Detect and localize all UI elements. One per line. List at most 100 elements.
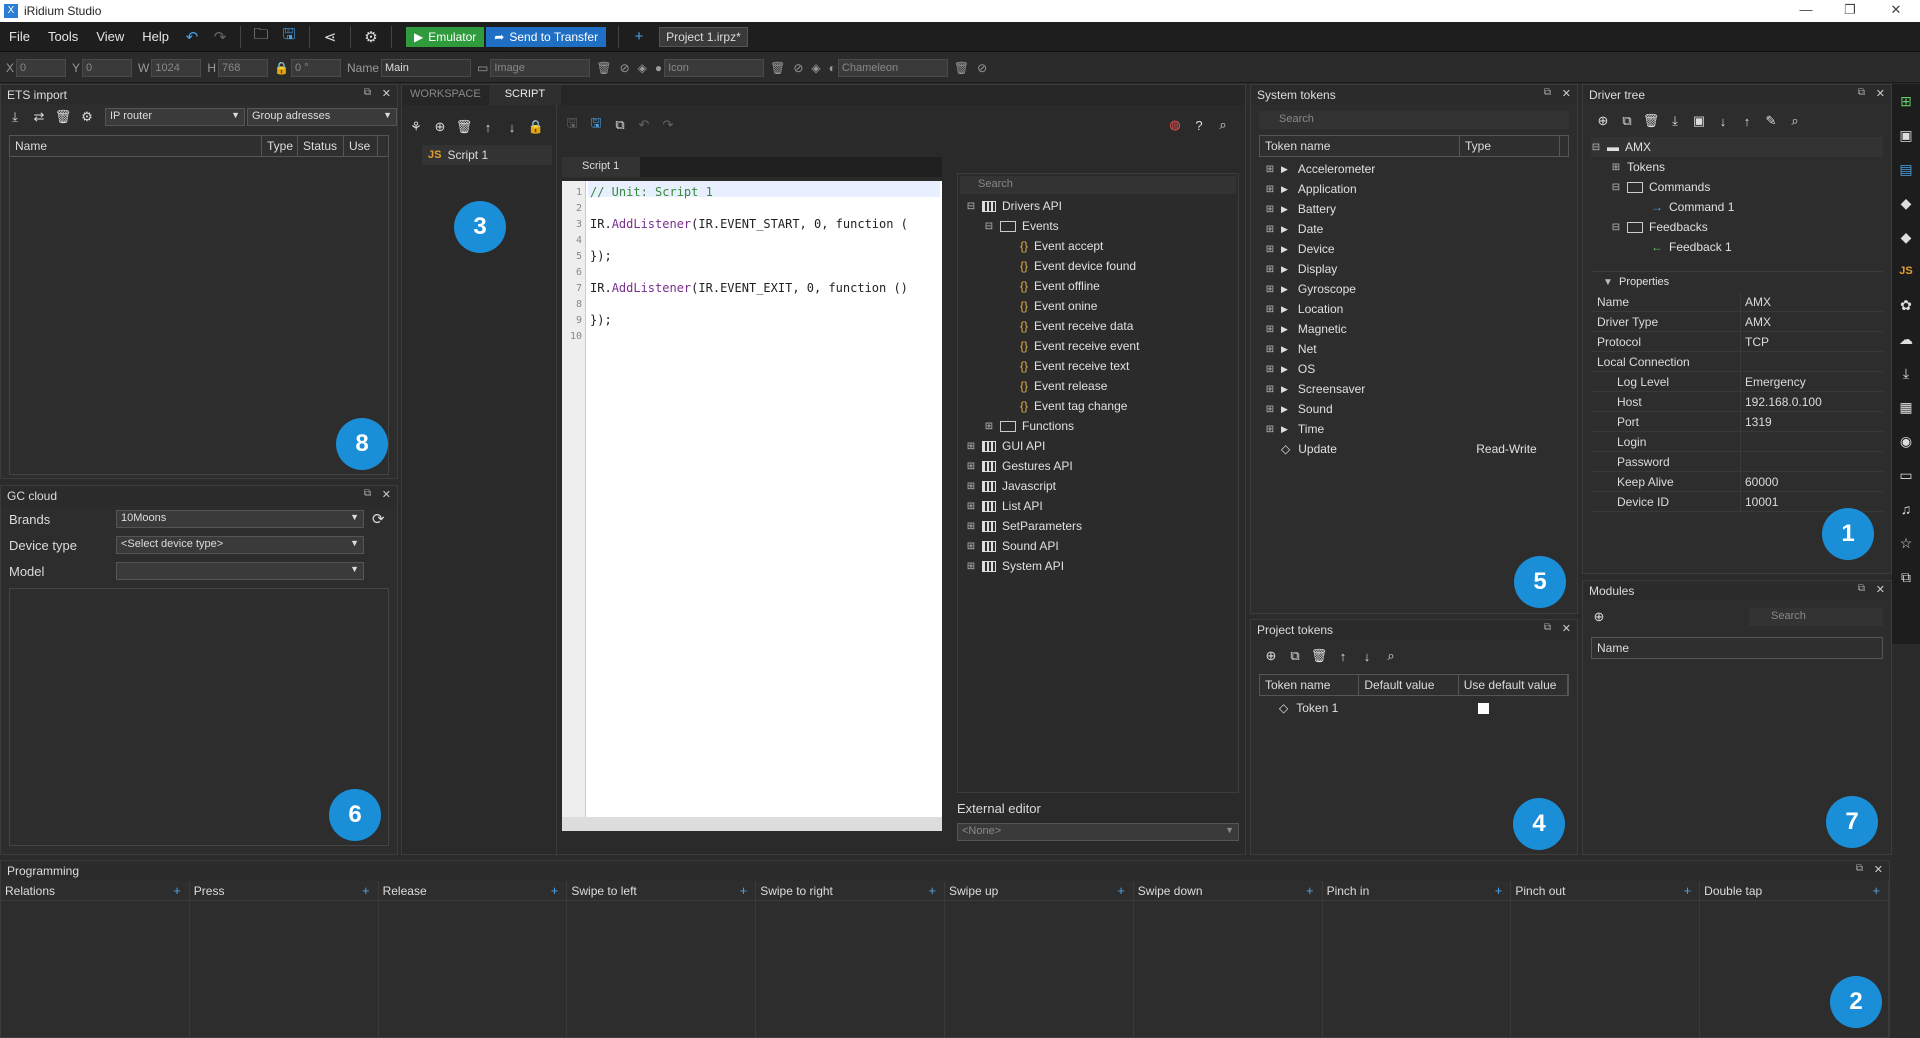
- export-icon[interactable]: ⧉: [610, 115, 630, 135]
- arrow-down-icon[interactable]: ↓: [502, 117, 522, 137]
- property-row[interactable]: Protocol TCP: [1591, 331, 1883, 352]
- gallery-icon[interactable]: ▦: [1892, 390, 1920, 424]
- system-token-item[interactable]: ⊞ ▶ Time: [1265, 419, 1577, 439]
- external-editor-select[interactable]: <None> ▼: [957, 823, 1239, 841]
- search-icon[interactable]: ⌕: [1785, 111, 1805, 131]
- import-icon[interactable]: ⤓: [1665, 111, 1685, 131]
- delete-chameleon-icon[interactable]: 🗑: [954, 61, 969, 75]
- system-token-item[interactable]: ⊞ ▶ Gyroscope: [1265, 279, 1577, 299]
- delete-icon[interactable]: 🗑: [1309, 646, 1329, 666]
- group-select[interactable]: Group adresses ▼: [247, 108, 397, 126]
- col-name[interactable]: Name: [1592, 638, 1882, 658]
- download-icon[interactable]: ⤓: [1892, 356, 1920, 390]
- api-event-item[interactable]: {} Event receive data: [966, 316, 1238, 336]
- device-type-select[interactable]: <Select device type> ▼: [116, 536, 364, 554]
- add-icon[interactable]: +: [1117, 883, 1125, 898]
- width-field[interactable]: 1024: [151, 58, 202, 77]
- height-field[interactable]: 768: [218, 58, 269, 77]
- search-icon[interactable]: ⌕: [1213, 115, 1233, 135]
- api-events-node[interactable]: ⊟ Events: [966, 216, 1238, 236]
- col-status[interactable]: Status: [298, 136, 344, 156]
- y-field[interactable]: 0: [82, 58, 133, 77]
- close-icon[interactable]: ✕: [1876, 87, 1885, 100]
- cloud-icon[interactable]: ☁: [1892, 322, 1920, 356]
- tag2-icon[interactable]: ◆: [1892, 220, 1920, 254]
- float-icon[interactable]: ⧉: [1856, 863, 1863, 874]
- clear-icon-icon[interactable]: ⊘: [793, 61, 803, 75]
- add-icon[interactable]: ⊕: [1261, 646, 1281, 666]
- save-all-icon[interactable]: 🖫: [586, 115, 606, 135]
- minimize-icon[interactable]: —: [1786, 0, 1826, 22]
- delete-icon[interactable]: 🗑: [53, 107, 73, 127]
- add-icon[interactable]: +: [928, 883, 936, 898]
- api-drivers-node[interactable]: ⊟ Drivers API: [966, 196, 1238, 216]
- sys-search-input[interactable]: Search: [1259, 111, 1569, 129]
- system-token-item[interactable]: ⊞ ▶ Net: [1265, 339, 1577, 359]
- script-item[interactable]: JS Script 1: [422, 145, 552, 165]
- add-icon[interactable]: +: [740, 883, 748, 898]
- system-token-item[interactable]: ⊞ ▶ Display: [1265, 259, 1577, 279]
- tree-icon[interactable]: ⊞: [1892, 84, 1920, 118]
- arrow-up-icon[interactable]: ↑: [478, 117, 498, 137]
- programming-column[interactable]: Press +: [189, 881, 379, 1037]
- col-token-name[interactable]: Token name: [1260, 675, 1360, 695]
- window-icon[interactable]: ⧉: [1892, 560, 1920, 594]
- close-icon[interactable]: ✕: [382, 87, 391, 100]
- maximize-icon[interactable]: ❐: [1830, 0, 1870, 22]
- col-type[interactable]: Type: [262, 136, 298, 156]
- property-row[interactable]: Keep Alive 60000: [1591, 471, 1883, 492]
- system-token-item[interactable]: ⊞ ▶ Screensaver: [1265, 379, 1577, 399]
- tree-command1[interactable]: → Command 1: [1591, 197, 1883, 217]
- send-to-transfer-button[interactable]: ➦ Send to Transfer: [486, 26, 607, 47]
- api-node[interactable]: ⊞ Sound API: [966, 536, 1238, 556]
- system-token-item[interactable]: ⊞ ▶ Location: [1265, 299, 1577, 319]
- float-icon[interactable]: ⧉: [364, 87, 371, 98]
- menu-help[interactable]: Help: [133, 29, 178, 44]
- import-icon[interactable]: ⤓: [5, 107, 25, 127]
- api-node[interactable]: ⊞ Javascript: [966, 476, 1238, 496]
- brands-select[interactable]: 10Moons ▼: [116, 510, 364, 528]
- device-icon[interactable]: ▣: [1689, 111, 1709, 131]
- refresh-icon[interactable]: ⟳: [372, 510, 385, 528]
- api-node[interactable]: ⊞ List API: [966, 496, 1238, 516]
- undo-icon[interactable]: ↶: [181, 26, 203, 48]
- add-icon[interactable]: +: [1495, 883, 1503, 898]
- property-row[interactable]: Password: [1591, 451, 1883, 472]
- delete-icon[interactable]: 🗑: [1641, 111, 1661, 131]
- tree-feedbacks[interactable]: ⊟ Feedbacks: [1591, 217, 1883, 237]
- programming-column[interactable]: Release +: [378, 881, 568, 1037]
- property-row[interactable]: Local Connection: [1591, 351, 1883, 372]
- close-icon[interactable]: ✕: [382, 488, 391, 501]
- editor-tab[interactable]: Script 1: [562, 157, 640, 177]
- camera-icon[interactable]: ◉: [1892, 424, 1920, 458]
- menu-tools[interactable]: Tools: [39, 29, 87, 44]
- image-icon[interactable]: ▭: [1892, 458, 1920, 492]
- system-token-item[interactable]: ⊞ ▶ Sound: [1265, 399, 1577, 419]
- music-icon[interactable]: ♫: [1892, 492, 1920, 526]
- property-row[interactable]: Port 1319: [1591, 411, 1883, 432]
- lock-icon[interactable]: 🔒: [526, 117, 546, 137]
- col-use-default[interactable]: Use default value: [1459, 675, 1568, 695]
- api-node[interactable]: ⊞ Gestures API: [966, 456, 1238, 476]
- close-window-icon[interactable]: ✕: [1876, 0, 1916, 22]
- programming-column[interactable]: Swipe up +: [944, 881, 1134, 1037]
- chip-icon[interactable]: ▣: [1892, 118, 1920, 152]
- add-icon[interactable]: +: [1306, 883, 1314, 898]
- arrow-up-icon[interactable]: ↑: [1737, 111, 1757, 131]
- programming-column[interactable]: Swipe to right +: [756, 881, 945, 1037]
- col-token-name[interactable]: Token name: [1260, 136, 1460, 156]
- api-search-input[interactable]: Search: [960, 176, 1236, 194]
- wand-icon[interactable]: ⚘: [406, 117, 426, 137]
- modules-search-input[interactable]: Search: [1749, 608, 1883, 626]
- programming-column[interactable]: Pinch out +: [1511, 881, 1701, 1037]
- system-token-item[interactable]: ⊞ ▶ Date: [1265, 219, 1577, 239]
- float-icon[interactable]: ⧉: [1544, 622, 1551, 633]
- js-icon[interactable]: JS: [1892, 254, 1920, 288]
- tab-script[interactable]: SCRIPT: [488, 85, 562, 105]
- col-name[interactable]: Name: [10, 136, 262, 156]
- property-row[interactable]: Login: [1591, 431, 1883, 452]
- system-token-item[interactable]: ⊞ ▶ Application: [1265, 179, 1577, 199]
- lock-icon[interactable]: 🔒: [274, 61, 289, 75]
- add-icon[interactable]: +: [1684, 883, 1692, 898]
- tree-root-amx[interactable]: ⊟ ▬ AMX: [1591, 137, 1883, 157]
